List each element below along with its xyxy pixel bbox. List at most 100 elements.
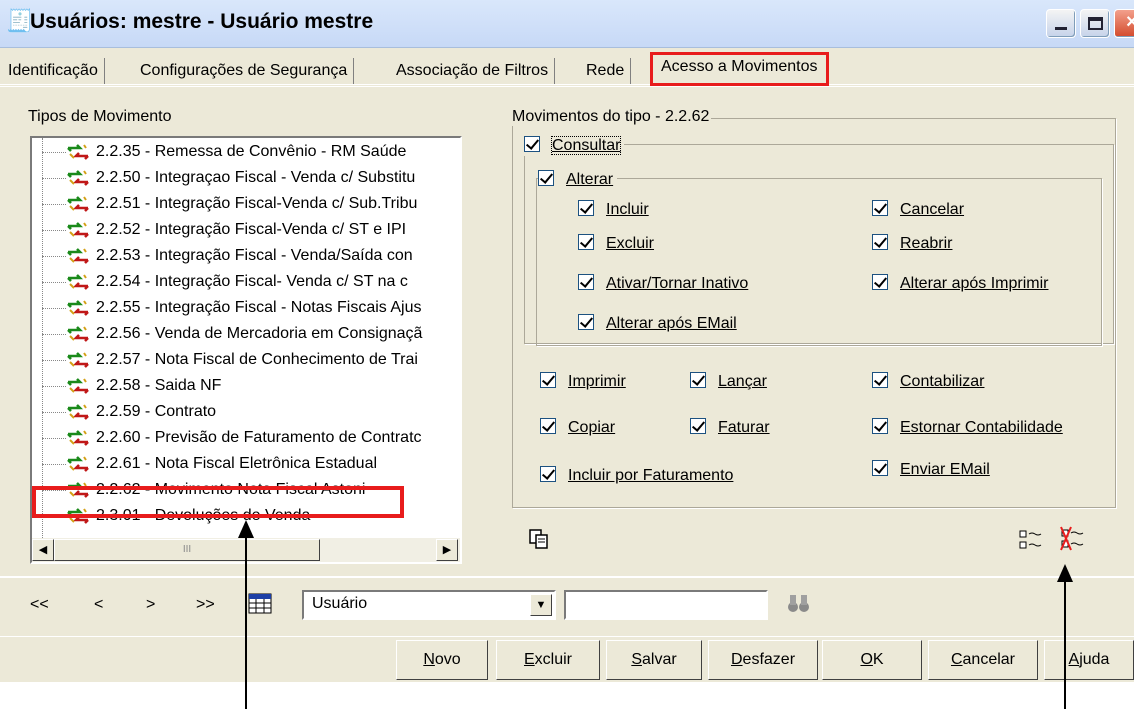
- incluir-checkbox[interactable]: Incluir: [578, 200, 649, 220]
- nav-previous-button[interactable]: <: [94, 596, 103, 614]
- reabrir-check[interactable]: [872, 234, 888, 250]
- close-button[interactable]: ×: [1114, 9, 1134, 38]
- nav-last-button[interactable]: >>: [196, 596, 215, 614]
- scroll-thumb[interactable]: [460, 442, 462, 468]
- tree-item-label: 2.2.51 - Integração Fiscal-Venda c/ Sub.…: [96, 195, 418, 212]
- excluir-button[interactable]: Excluir: [496, 640, 600, 680]
- alterar-checkbox[interactable]: Alterar: [538, 170, 618, 190]
- contabilizar-checkbox[interactable]: Contabilizar: [872, 372, 984, 392]
- lancar-checkbox[interactable]: Lançar: [690, 372, 767, 392]
- maximize-button[interactable]: [1080, 9, 1110, 38]
- excluir-checkbox[interactable]: Excluir: [578, 234, 654, 254]
- movements-group-label: Movimentos do tipo - 2.2.62: [510, 108, 712, 126]
- tree-item-label: 2.2.53 - Integração Fiscal - Venda/Saída…: [96, 247, 413, 264]
- scroll-down-button[interactable]: ▼: [460, 514, 462, 536]
- tree-item-label: 2.2.50 - Integraçao Fiscal - Venda c/ Su…: [96, 169, 416, 186]
- tree-item[interactable]: 2.2.51 - Integração Fiscal-Venda c/ Sub.…: [32, 192, 460, 218]
- tree-label: Tipos de Movimento: [28, 108, 172, 125]
- movement-type-icon: [67, 404, 89, 420]
- desfazer-button[interactable]: Desfazer: [708, 640, 818, 680]
- movement-type-icon: [67, 170, 89, 186]
- tree-item[interactable]: 2.2.56 - Venda de Mercadoria em Consigna…: [32, 322, 460, 348]
- scroll-up-button[interactable]: ▲: [460, 140, 462, 162]
- nav-next-button[interactable]: >: [146, 596, 155, 614]
- enviar-email-checkbox[interactable]: Enviar EMail: [872, 460, 990, 480]
- cancelar-button[interactable]: Cancelar: [928, 640, 1038, 680]
- alterar-check[interactable]: [538, 170, 554, 186]
- salvar-button[interactable]: Salvar: [606, 640, 702, 680]
- tree-connector: [42, 360, 66, 361]
- check-all-icon[interactable]: [1018, 528, 1044, 552]
- cancelar-checkbox[interactable]: Cancelar: [872, 200, 964, 220]
- estornar-checkbox[interactable]: Estornar Contabilidade: [872, 418, 1063, 438]
- alterar-apos-imprimir-check[interactable]: [872, 274, 888, 290]
- excluir-check[interactable]: [578, 234, 594, 250]
- ok-button[interactable]: OK: [822, 640, 922, 680]
- incluir-faturamento-checkbox[interactable]: Incluir por Faturamento: [540, 466, 733, 486]
- tree-item[interactable]: 2.2.54 - Integração Fiscal- Venda c/ ST …: [32, 270, 460, 296]
- tree-item-label: 2.2.60 - Previsão de Faturamento de Cont…: [96, 429, 422, 446]
- imprimir-checkbox[interactable]: Imprimir: [540, 372, 626, 392]
- nav-first-button[interactable]: <<: [30, 596, 49, 614]
- tab-associacao-filtros[interactable]: Associação de Filtros: [390, 58, 556, 84]
- alterar-apos-email-checkbox[interactable]: Alterar após EMail: [578, 314, 737, 334]
- incluir-faturamento-check[interactable]: [540, 466, 556, 482]
- contabilizar-check[interactable]: [872, 372, 888, 388]
- ajuda-button[interactable]: Ajuda: [1044, 640, 1134, 680]
- alterar-apos-imprimir-checkbox[interactable]: Alterar após Imprimir: [872, 274, 1048, 294]
- cancelar-check[interactable]: [872, 200, 888, 216]
- scroll-left-button[interactable]: ◀: [32, 539, 54, 561]
- novo-button[interactable]: Novo: [396, 640, 488, 680]
- tree-item[interactable]: 2.2.55 - Integração Fiscal - Notas Fisca…: [32, 296, 460, 322]
- user-window: 🧾 Usuários: mestre - Usuário mestre × Id…: [0, 0, 1134, 682]
- tree-item[interactable]: 2.2.35 - Remessa de Convênio - RM Saúde: [32, 140, 460, 166]
- lancar-check[interactable]: [690, 372, 706, 388]
- tab-identificacao[interactable]: Identificação: [2, 58, 105, 84]
- tree-item[interactable]: 2.2.57 - Nota Fiscal de Conhecimento de …: [32, 348, 460, 374]
- consultar-check[interactable]: [524, 136, 540, 152]
- tree-item[interactable]: 2.2.60 - Previsão de Faturamento de Cont…: [32, 426, 460, 452]
- ativar-check[interactable]: [578, 274, 594, 290]
- tree-item[interactable]: 2.2.53 - Integração Fiscal - Venda/Saída…: [32, 244, 460, 270]
- tree-item[interactable]: 2.2.59 - Contrato: [32, 400, 460, 426]
- tree-item[interactable]: 2.2.52 - Integração Fiscal-Venda c/ ST e…: [32, 218, 460, 244]
- scroll-right-button[interactable]: ▶: [436, 539, 458, 561]
- maximize-icon: [1088, 17, 1103, 30]
- tree-connector: [42, 438, 66, 439]
- uncheck-all-icon[interactable]: [1060, 526, 1088, 552]
- alterar-apos-email-check[interactable]: [578, 314, 594, 330]
- tree-vertical-scrollbar[interactable]: ▲ ▼: [460, 140, 462, 538]
- search-field-select[interactable]: Usuário ▼: [302, 590, 556, 620]
- consultar-checkbox[interactable]: Consultar: [524, 136, 625, 156]
- title-bar[interactable]: 🧾 Usuários: mestre - Usuário mestre ×: [0, 0, 1134, 48]
- copy-icon[interactable]: [528, 528, 550, 550]
- incluir-check[interactable]: [578, 200, 594, 216]
- enviar-email-check[interactable]: [872, 460, 888, 476]
- tree-item[interactable]: 2.2.58 - Saida NF: [32, 374, 460, 400]
- movement-type-icon: [67, 248, 89, 264]
- copiar-check[interactable]: [540, 418, 556, 434]
- movement-type-icon: [67, 144, 89, 160]
- estornar-check[interactable]: [872, 418, 888, 434]
- reabrir-checkbox[interactable]: Reabrir: [872, 234, 952, 254]
- tree-connector: [42, 412, 66, 413]
- binoculars-icon[interactable]: [786, 592, 812, 616]
- tab-rede[interactable]: Rede: [580, 58, 632, 84]
- ativar-checkbox[interactable]: Ativar/Tornar Inativo: [578, 274, 748, 294]
- faturar-check[interactable]: [690, 418, 706, 434]
- tree-connector: [42, 256, 66, 257]
- movement-type-icon: [67, 222, 89, 238]
- search-input[interactable]: [564, 590, 768, 620]
- tree-item[interactable]: 2.2.61 - Nota Fiscal Eletrônica Estadual: [32, 452, 460, 478]
- tab-acesso-movimentos[interactable]: Acesso a Movimentos: [650, 52, 829, 86]
- hscroll-thumb[interactable]: III: [54, 539, 320, 561]
- imprimir-check[interactable]: [540, 372, 556, 388]
- faturar-checkbox[interactable]: Faturar: [690, 418, 770, 438]
- minimize-button[interactable]: [1046, 9, 1076, 38]
- copiar-checkbox[interactable]: Copiar: [540, 418, 615, 438]
- tree-item[interactable]: 2.2.50 - Integraçao Fiscal - Venda c/ Su…: [32, 166, 460, 192]
- tab-configuracoes-seguranca[interactable]: Configurações de Segurança: [134, 58, 355, 84]
- table-view-icon[interactable]: [248, 592, 274, 616]
- annotation-arrow-right: [1064, 580, 1066, 709]
- dropdown-arrow-icon[interactable]: ▼: [530, 594, 552, 616]
